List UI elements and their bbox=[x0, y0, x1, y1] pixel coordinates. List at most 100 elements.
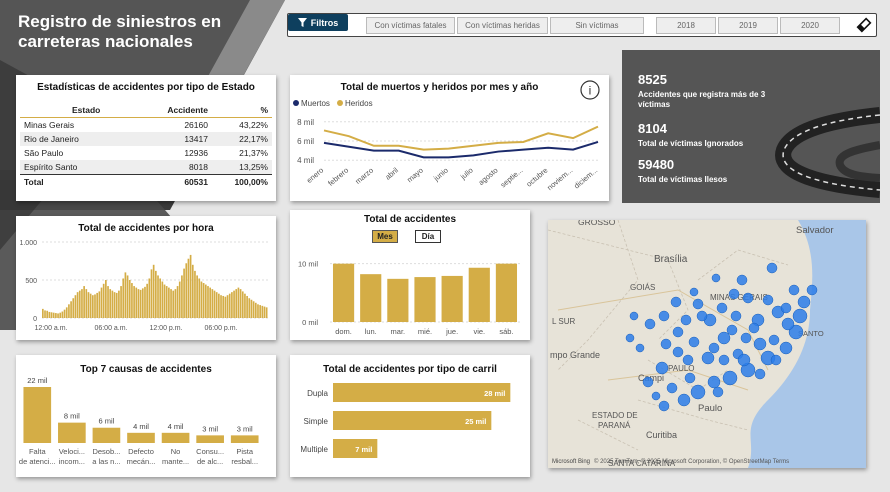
y-tick-label: Dupla bbox=[307, 389, 328, 398]
data-label: 6 mil bbox=[99, 417, 115, 426]
toggle-month-button[interactable]: Mes bbox=[372, 230, 398, 243]
bar bbox=[209, 287, 211, 318]
y-tick-label: 0 bbox=[33, 316, 37, 323]
bar bbox=[211, 289, 214, 318]
column-header-percent[interactable]: % bbox=[212, 103, 272, 118]
map-canvas[interactable]: GROSSOSalvadorBrasíliaGOIÁSMINAS GERAISS… bbox=[548, 220, 866, 468]
bar bbox=[157, 275, 159, 318]
bar bbox=[226, 295, 229, 318]
x-tick-label-line: de alc... bbox=[197, 457, 223, 466]
accident-point bbox=[629, 311, 639, 321]
bar bbox=[220, 295, 222, 318]
accident-point bbox=[781, 317, 795, 331]
filter-injured-victims[interactable]: Con víctimas heridas bbox=[457, 17, 548, 34]
map-place-label: PAULO bbox=[668, 364, 695, 373]
accident-count: 12936 bbox=[184, 148, 208, 158]
state-name: Espírito Santo bbox=[24, 162, 78, 172]
bar bbox=[213, 290, 216, 318]
data-label: 7 mil bbox=[355, 445, 372, 454]
bar bbox=[48, 311, 51, 318]
bar bbox=[109, 289, 112, 318]
bar bbox=[252, 301, 255, 318]
accident-point bbox=[690, 384, 706, 400]
map-place-label: Curitiba bbox=[646, 430, 677, 440]
year-2020-button[interactable]: 2020 bbox=[780, 17, 840, 34]
causes-chart: 22 mil Falta de atenci... 8 mil Veloci... inc… bbox=[19, 376, 259, 466]
state-name: Minas Gerais bbox=[24, 120, 75, 130]
accident-point bbox=[737, 353, 751, 367]
bar bbox=[224, 296, 227, 318]
bar bbox=[200, 281, 203, 318]
x-tick-label: Pista resbal... bbox=[231, 447, 258, 466]
accident-point bbox=[711, 273, 721, 283]
x-tick-label-line: incom... bbox=[59, 457, 85, 466]
bar bbox=[235, 289, 238, 318]
bar bbox=[107, 286, 109, 318]
year-2019-button[interactable]: 2019 bbox=[718, 17, 778, 34]
bar bbox=[246, 295, 248, 318]
x-tick-label: sáb. bbox=[499, 327, 513, 336]
eraser-icon[interactable] bbox=[856, 17, 872, 33]
bar bbox=[185, 263, 188, 318]
accident-point bbox=[748, 322, 760, 334]
bar bbox=[131, 283, 133, 318]
accident-point bbox=[682, 354, 694, 366]
x-tick-label: noviem... bbox=[545, 166, 574, 192]
year-2018-button[interactable]: 2018 bbox=[656, 17, 716, 34]
accident-point bbox=[635, 343, 645, 353]
bar bbox=[96, 292, 98, 318]
filter-fatal-victims[interactable]: Con víctimas fatales bbox=[366, 17, 455, 34]
table-row[interactable]: São Paulo 12936 21,37% bbox=[20, 146, 272, 160]
accident-point bbox=[717, 331, 731, 345]
bar bbox=[196, 275, 198, 318]
map-place-label: L SUR bbox=[552, 317, 575, 326]
bar bbox=[135, 287, 138, 318]
accident-point bbox=[701, 351, 715, 365]
accident-map[interactable]: GROSSO Salvador Brasília GOIÁS MINAS GERAIS S… bbox=[548, 220, 866, 468]
column-header-accidente[interactable]: Accidente bbox=[142, 103, 212, 118]
bar bbox=[237, 287, 240, 318]
legend-label: Heridos bbox=[345, 99, 373, 108]
accident-percent: 13,25% bbox=[239, 162, 268, 172]
total-percent: 100,00% bbox=[234, 177, 268, 187]
bar bbox=[215, 292, 218, 318]
x-tick-label: septie... bbox=[499, 166, 525, 190]
bar bbox=[191, 264, 194, 318]
accident-point bbox=[688, 336, 700, 348]
x-tick-label: No mante... bbox=[162, 447, 189, 466]
state-statistics-card: Estadísticas de accidentes por tipo de E… bbox=[16, 75, 276, 201]
bar bbox=[94, 294, 96, 318]
accident-point bbox=[712, 386, 724, 398]
column-header-estado[interactable]: Estado bbox=[20, 103, 142, 118]
filter-no-victims[interactable]: Sin víctimas bbox=[550, 17, 644, 34]
bar bbox=[228, 293, 231, 318]
bar bbox=[207, 286, 209, 318]
filters-button[interactable]: Filtros bbox=[288, 14, 348, 31]
table-row[interactable]: Espírito Santo 8018 13,25% bbox=[20, 160, 272, 175]
x-tick-label-line: resbal... bbox=[231, 457, 258, 466]
bar bbox=[50, 312, 53, 318]
accident-point bbox=[680, 314, 692, 326]
table-row[interactable]: Rio de Janeiro 13417 22,17% bbox=[20, 132, 272, 146]
map-place-label: GOIÁS bbox=[630, 283, 655, 292]
bar bbox=[122, 278, 125, 318]
kpi-panel: 8525 Accidentes que registra más de 3 ví… bbox=[622, 50, 880, 203]
x-tick-label-line: mante... bbox=[162, 457, 189, 466]
accident-point bbox=[708, 342, 720, 354]
table-row[interactable]: Minas Gerais 26160 43,22% bbox=[20, 118, 272, 133]
data-label: 28 mil bbox=[484, 389, 505, 398]
y-tick-label: 0 mil bbox=[302, 318, 318, 327]
cause-bar bbox=[196, 435, 224, 443]
accident-point bbox=[670, 296, 682, 308]
bar bbox=[257, 304, 259, 318]
bar bbox=[181, 275, 183, 318]
x-tick-label: Desob... a las n... bbox=[92, 447, 120, 466]
x-tick-label: mié. bbox=[418, 327, 432, 336]
toggle-day-button[interactable]: Día bbox=[415, 230, 441, 243]
y-tick-label: 1.000 bbox=[19, 240, 37, 247]
accident-point bbox=[788, 284, 800, 296]
bar bbox=[118, 290, 120, 318]
bar bbox=[204, 284, 207, 318]
accident-point bbox=[780, 302, 792, 314]
accident-point bbox=[658, 400, 670, 412]
